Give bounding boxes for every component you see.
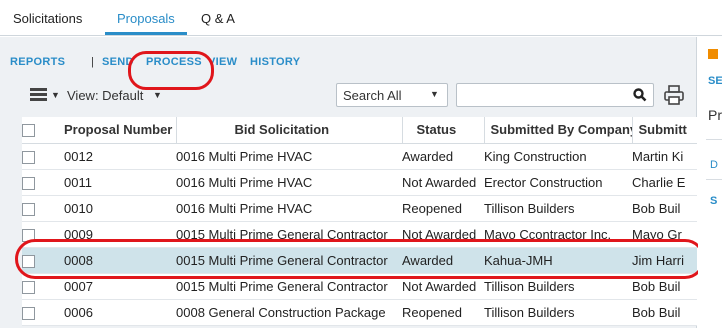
column-header-submitted-by-company[interactable]: Submitted By Company [484,117,633,144]
submitted-by: Jim Harri [632,247,697,274]
column-header-bid-solicitation[interactable]: Bid Solicitation [176,117,403,144]
right-panel-divider [706,139,722,140]
submitted-by: Martin Ki [632,143,697,170]
proposal-number: 0007 [60,273,176,300]
submitted-by-company: Tillison Builders [484,299,632,326]
row-checkbox[interactable] [22,306,35,320]
column-header-proposal-number[interactable]: Proposal Number [60,117,177,144]
right-panel-label-se[interactable]: SE [708,75,722,87]
status: Reopened [402,195,484,222]
history-link[interactable]: HISTORY [250,56,300,68]
print-icon[interactable] [663,84,685,106]
row-checkbox[interactable] [22,202,35,216]
submitted-by-company: Kahua-JMH [484,247,632,274]
tab-q-and-a[interactable]: Q & A [201,11,235,26]
proposal-number: 0010 [60,195,176,222]
proposal-number: 0011 [60,169,176,196]
table-row[interactable]: 0011 0016 Multi Prime HVAC Not Awarded E… [22,169,697,196]
submitted-by: Bob Buil [632,195,697,222]
submitted-by-company: Tillison Builders [484,195,632,222]
tab-solicitations[interactable]: Solicitations [13,11,82,26]
process-link[interactable]: PROCESS [146,56,202,68]
table-row[interactable]: 0007 0015 Multi Prime General Contractor… [22,273,697,300]
submitted-by-company: Tillison Builders [484,273,632,300]
row-checkbox[interactable] [22,228,35,242]
right-panel-tab-d[interactable]: D [710,159,718,171]
column-header-submitted-by[interactable]: Submitt [632,117,697,144]
view-link[interactable]: VIEW [208,56,237,68]
status: Awarded [402,143,484,170]
tab-proposals[interactable]: Proposals [117,11,175,26]
status: Not Awarded [402,221,484,248]
right-panel-tab-divider [706,179,722,180]
bid-solicitation: 0015 Multi Prime General Contractor [176,273,402,300]
row-checkbox[interactable] [22,150,35,164]
proposals-table: Proposal Number Bid Solicitation Status … [22,117,697,326]
top-tab-bar: Solicitations Proposals Q & A [0,0,722,36]
table-row[interactable]: 0009 0015 Multi Prime General Contractor… [22,221,697,248]
proposal-number: 0006 [60,299,176,326]
search-input[interactable] [456,83,654,107]
view-selector[interactable]: View: Default [67,88,143,103]
submitted-by-company: Erector Construction [484,169,632,196]
submitted-by: Bob Buil [632,273,697,300]
status-indicator-icon [708,49,718,59]
row-checkbox[interactable] [22,254,35,268]
bid-solicitation: 0015 Multi Prime General Contractor [176,221,402,248]
active-tab-underline [105,32,187,35]
right-panel-section-s: S [710,195,718,207]
bid-solicitation: 0016 Multi Prime HVAC [176,143,402,170]
status: Not Awarded [402,169,484,196]
status: Not Awarded [402,273,484,300]
submitted-by-company: King Construction [484,143,632,170]
proposal-number: 0012 [60,143,176,170]
right-side-panel: SE Pr D S [698,37,722,328]
proposal-number: 0008 [60,247,176,274]
bid-solicitation: 0015 Multi Prime General Contractor [176,247,402,274]
menu-icon[interactable] [30,88,47,101]
submitted-by-company: Mayo Ccontractor Inc. [484,221,632,248]
view-caret-icon[interactable]: ▼ [153,90,162,100]
table-row[interactable]: 0006 0008 General Construction Package R… [22,299,697,326]
status: Reopened [402,299,484,326]
bid-solicitation: 0016 Multi Prime HVAC [176,195,402,222]
right-panel-label-pr: Pr [708,107,722,123]
bid-solicitation: 0016 Multi Prime HVAC [176,169,402,196]
submitted-by: Charlie E [632,169,697,196]
select-all-checkbox[interactable] [22,124,35,138]
search-scope-caret-icon: ▼ [430,89,439,99]
menu-caret-icon[interactable]: ▼ [51,90,60,100]
status: Awarded [402,247,484,274]
submitted-by: Mayo Gr [632,221,697,248]
action-separator: | [91,56,95,68]
search-icon[interactable] [633,88,647,102]
select-all-header [22,117,60,144]
table-header-row: Proposal Number Bid Solicitation Status … [22,117,697,144]
row-checkbox[interactable] [22,176,35,190]
submitted-by: Bob Buil [632,299,697,326]
send-link[interactable]: SEND [102,56,134,68]
reports-link[interactable]: REPORTS [10,56,65,68]
table-row[interactable]: 0012 0016 Multi Prime HVAC Awarded King … [22,143,697,170]
proposal-number: 0009 [60,221,176,248]
bid-solicitation: 0008 General Construction Package [176,299,402,326]
table-row-selected[interactable]: 0008 0015 Multi Prime General Contractor… [22,247,697,274]
table-row[interactable]: 0010 0016 Multi Prime HVAC Reopened Till… [22,195,697,222]
search-scope-label: Search All [343,88,402,103]
row-checkbox[interactable] [22,280,35,294]
column-header-status[interactable]: Status [402,117,485,144]
